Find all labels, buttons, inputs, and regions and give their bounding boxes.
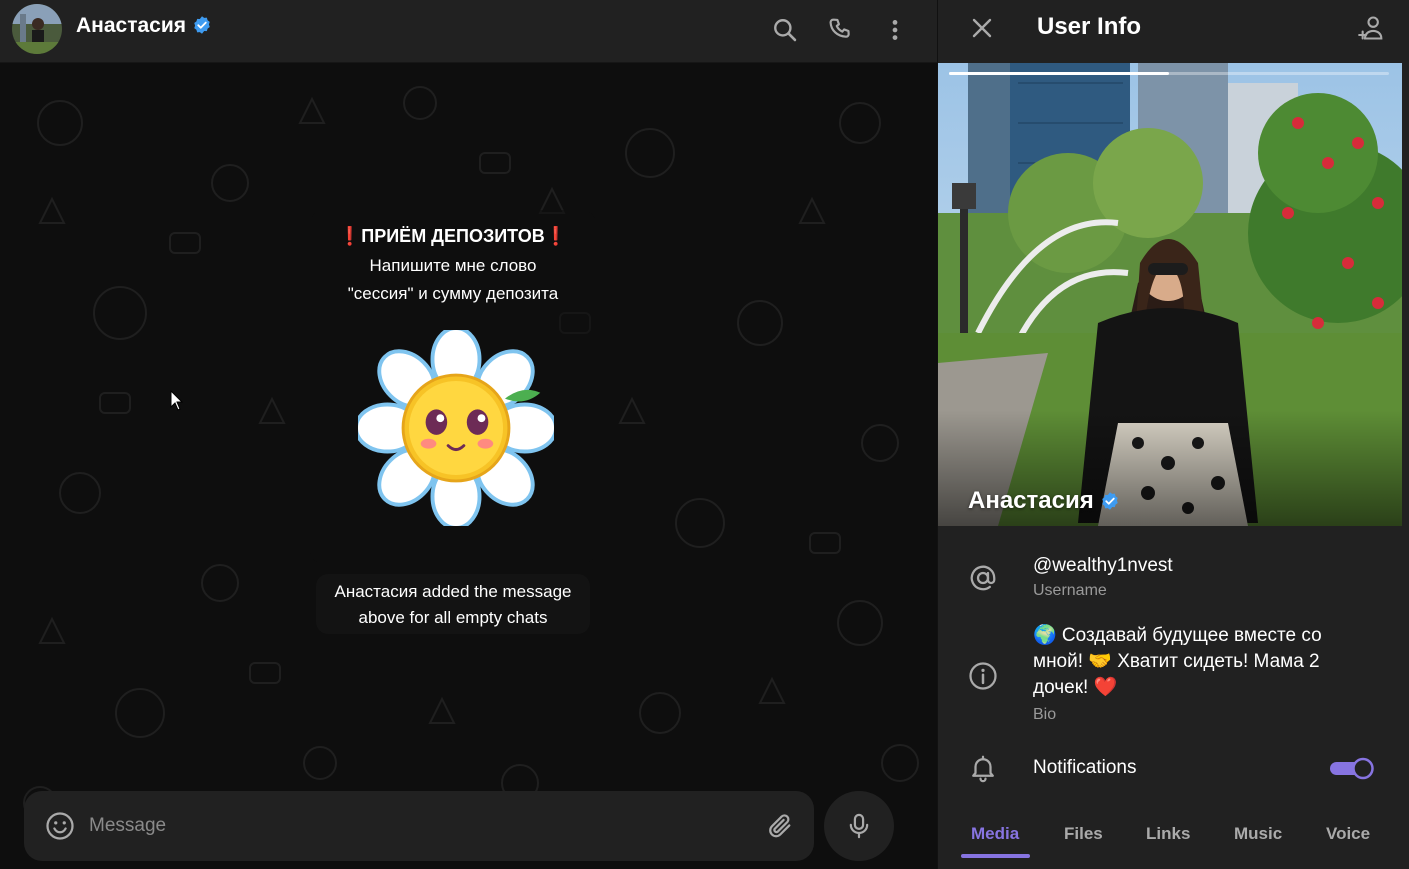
voice-record-button[interactable] <box>824 791 894 861</box>
greeting-line: "сессия" и сумму депозита <box>347 284 559 303</box>
search-button[interactable] <box>765 10 805 50</box>
chat-pane: Анастасия ❗ПРИЁМ ДЕПОЗИТОВ❗ Напишите мне… <box>0 0 937 869</box>
notifications-toggle[interactable] <box>1329 756 1375 780</box>
toggle-knob <box>1352 757 1374 780</box>
tab-music[interactable]: Music <box>1234 824 1282 844</box>
info-icon <box>968 661 998 691</box>
tab-links[interactable]: Links <box>1146 824 1190 844</box>
exclamation-mark: ❗ <box>544 226 568 246</box>
greeting-line: Напишите мне слово <box>369 256 537 275</box>
tab-voice[interactable]: Voice <box>1326 824 1370 844</box>
user-info-panel: User Info Анастасия @wealthy1nvest Usern… <box>937 0 1409 869</box>
greeting-title: ❗ПРИЁМ ДЕПОЗИТОВ❗ <box>310 226 596 247</box>
avatar[interactable] <box>12 4 62 54</box>
bio-label: Bio <box>1033 706 1057 723</box>
bio-text[interactable]: 🌍 Создавай будущее вместе со мной! 🤝 Хва… <box>1033 623 1322 701</box>
username-label: Username <box>1033 582 1107 599</box>
photo-progress-bar <box>949 72 1389 75</box>
phone-icon <box>829 18 850 38</box>
info-header: User Info <box>938 0 1409 56</box>
greeting-title-text: ПРИЁМ ДЕПОЗИТОВ <box>361 226 545 246</box>
tab-files[interactable]: Files <box>1064 824 1103 844</box>
daisy-sticker[interactable] <box>358 330 554 526</box>
add-contact-button[interactable] <box>1352 8 1392 48</box>
call-button[interactable] <box>820 10 860 50</box>
bio-line: 🌍 Создавай будущее вместе со <box>1033 625 1322 646</box>
verified-badge-icon <box>194 16 210 34</box>
more-button[interactable] <box>875 10 915 50</box>
profile-name: Анастасия <box>968 487 1120 515</box>
bio-line: дочек! ❤️ <box>1033 677 1118 698</box>
active-tab-indicator <box>961 854 1030 858</box>
search-icon <box>774 19 797 42</box>
bell-icon <box>968 753 998 783</box>
microphone-icon <box>849 813 869 839</box>
close-icon <box>972 18 992 38</box>
close-button[interactable] <box>962 8 1002 48</box>
add-user-icon <box>1358 16 1383 40</box>
username-value[interactable]: @wealthy1nvest <box>1033 553 1173 579</box>
message-input[interactable] <box>89 813 729 839</box>
bio-line: мной! 🤝 Хватит сидеть! Мама 2 <box>1033 651 1320 672</box>
smile-icon <box>46 812 74 840</box>
chat-header: Анастасия <box>0 0 937 63</box>
verified-badge-icon <box>1101 492 1118 510</box>
chat-title[interactable]: Анастасия <box>76 14 212 38</box>
tab-media[interactable]: Media <box>971 824 1019 844</box>
profile-name-text: Анастасия <box>968 487 1094 514</box>
shared-media-tabs: Media Files Links Music Voice <box>938 808 1409 869</box>
exclamation-mark: ❗ <box>338 226 362 246</box>
at-sign-icon <box>968 563 998 593</box>
notifications-label[interactable]: Notifications <box>1033 755 1137 781</box>
chat-title-text: Анастасия <box>76 14 187 37</box>
more-vertical-icon <box>892 20 898 40</box>
service-message-line: above for all empty chats <box>358 608 548 627</box>
profile-photo[interactable] <box>938 63 1402 526</box>
info-title: User Info <box>1037 13 1142 40</box>
attach-button[interactable] <box>762 808 798 844</box>
mouse-cursor-icon <box>170 390 184 411</box>
emoji-button[interactable] <box>44 810 76 842</box>
photo-progress-fill <box>949 72 1169 75</box>
paperclip-icon <box>769 814 791 838</box>
service-message-line: Анастасия added the message <box>334 582 572 601</box>
